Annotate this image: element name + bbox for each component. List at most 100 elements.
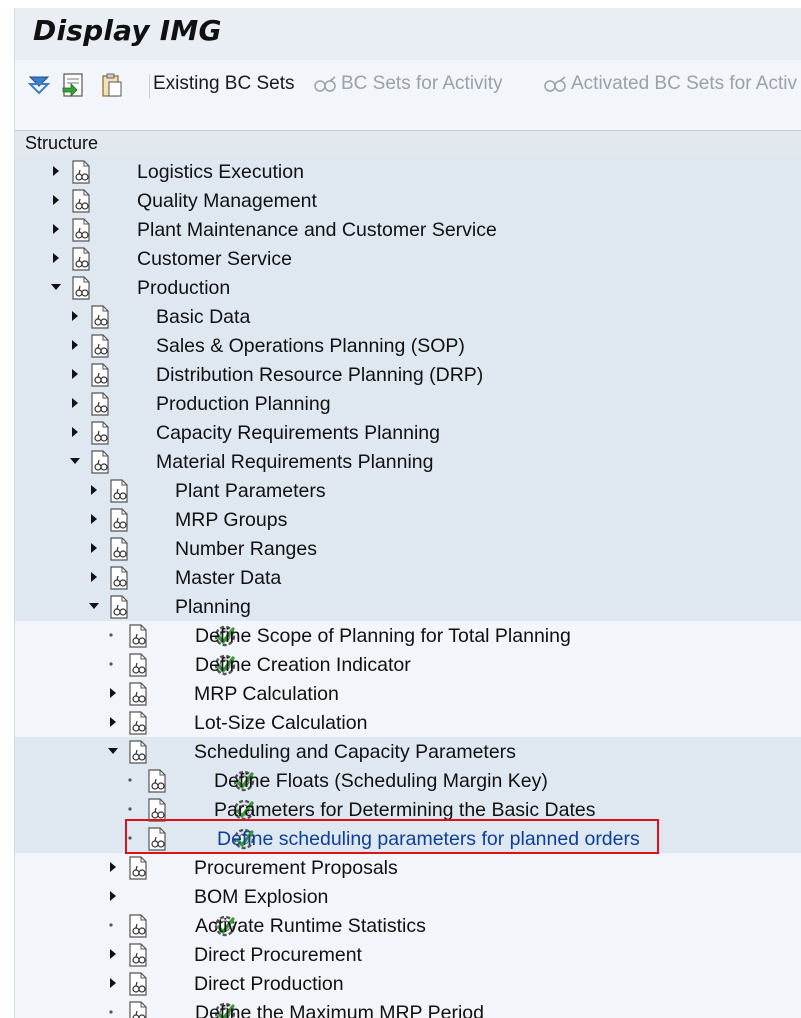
expand-icon[interactable] (27, 72, 51, 98)
documentation-icon[interactable] (89, 334, 111, 358)
tree-node-label[interactable]: Plant Parameters (175, 480, 326, 503)
tree-node[interactable]: Basic Data (15, 302, 801, 331)
expand-node-icon[interactable] (89, 484, 99, 496)
documentation-icon[interactable] (89, 450, 111, 474)
expand-node-icon[interactable] (70, 397, 80, 409)
expand-node-icon[interactable] (51, 223, 61, 235)
documentation-icon[interactable] (127, 943, 149, 967)
activated-bc-sets-button[interactable]: Activated BC Sets for Activ (543, 73, 797, 95)
tree-node[interactable]: MRP Calculation (15, 679, 801, 708)
tree-node[interactable]: Capacity Requirements Planning (15, 418, 801, 447)
documentation-icon[interactable] (89, 421, 111, 445)
expand-node-icon[interactable] (89, 542, 99, 554)
expand-node-icon[interactable] (108, 861, 118, 873)
expand-node-icon[interactable] (108, 890, 118, 902)
documentation-icon[interactable] (127, 856, 149, 880)
tree-node-label[interactable]: Logistics Execution (137, 161, 304, 184)
tree-node-label[interactable]: Production (137, 277, 230, 300)
tree-node[interactable]: Lot-Size Calculation (15, 708, 801, 737)
tree-node-label[interactable]: Planning (175, 596, 251, 619)
tree-node[interactable]: Direct Production (15, 969, 801, 998)
tree-node-label[interactable]: Procurement Proposals (194, 857, 398, 880)
tree-node-label[interactable]: Define Floats (Scheduling Margin Key) (214, 770, 548, 793)
collapse-node-icon[interactable] (51, 281, 61, 293)
documentation-icon[interactable] (127, 624, 149, 648)
collapse-node-icon[interactable] (70, 455, 80, 467)
tree-node[interactable]: MRP Groups (15, 505, 801, 534)
tree-node[interactable]: Production Planning (15, 389, 801, 418)
tree-node[interactable]: Plant Maintenance and Customer Service (15, 215, 801, 244)
tree-node-label[interactable]: Capacity Requirements Planning (156, 422, 440, 445)
expand-node-icon[interactable] (108, 977, 118, 989)
documentation-icon[interactable] (127, 1001, 149, 1018)
documentation-icon[interactable] (127, 653, 149, 677)
tree-node[interactable]: Define Floats (Scheduling Margin Key) (15, 766, 801, 795)
tree-node-label[interactable]: Define Scope of Planning for Total Plann… (195, 625, 571, 648)
expand-node-icon[interactable] (108, 687, 118, 699)
tree-node-label[interactable]: Master Data (175, 567, 281, 590)
tree-node[interactable]: BOM Explosion (15, 882, 801, 911)
clipboard-icon[interactable] (99, 72, 123, 98)
tree-node-label[interactable]: Define Creation Indicator (195, 654, 411, 677)
documentation-icon[interactable] (89, 363, 111, 387)
tree-node-label[interactable]: Customer Service (137, 248, 292, 271)
documentation-icon[interactable] (108, 595, 130, 619)
tree-node-label[interactable]: MRP Groups (175, 509, 287, 532)
tree-node-label[interactable]: Direct Procurement (194, 944, 362, 967)
documentation-icon[interactable] (70, 160, 92, 184)
tree-node-label[interactable]: BOM Explosion (194, 886, 328, 909)
tree-node[interactable]: Quality Management (15, 186, 801, 215)
expand-node-icon[interactable] (51, 252, 61, 264)
documentation-icon[interactable] (127, 711, 149, 735)
collapse-node-icon[interactable] (108, 745, 118, 757)
documentation-icon[interactable] (108, 537, 130, 561)
expand-node-icon[interactable] (89, 513, 99, 525)
documentation-icon[interactable] (89, 392, 111, 416)
tree-node-label[interactable]: Quality Management (137, 190, 317, 213)
expand-node-icon[interactable] (108, 716, 118, 728)
expand-node-icon[interactable] (70, 368, 80, 380)
tree-node[interactable]: Distribution Resource Planning (DRP) (15, 360, 801, 389)
tree-node-label[interactable]: Scheduling and Capacity Parameters (194, 741, 516, 764)
tree-node-label[interactable]: Sales & Operations Planning (SOP) (156, 335, 465, 358)
expand-node-icon[interactable] (70, 310, 80, 322)
tree-node[interactable]: Master Data (15, 563, 801, 592)
tree-node[interactable]: Material Requirements Planning (15, 447, 801, 476)
tree-node-label[interactable]: Plant Maintenance and Customer Service (137, 219, 497, 242)
tree-node-label[interactable]: MRP Calculation (194, 683, 339, 706)
tree-node-label[interactable]: Lot-Size Calculation (194, 712, 367, 735)
expand-node-icon[interactable] (51, 194, 61, 206)
bc-sets-for-activity-button[interactable]: BC Sets for Activity (313, 73, 503, 95)
tree-node[interactable]: Logistics Execution (15, 157, 801, 186)
documentation-icon[interactable] (70, 247, 92, 271)
tree-node[interactable]: Define Creation Indicator (15, 650, 801, 679)
tree-node-label[interactable]: Activate Runtime Statistics (195, 915, 426, 938)
tree-node-label[interactable]: Basic Data (156, 306, 250, 329)
documentation-icon[interactable] (146, 769, 168, 793)
documentation-icon[interactable] (108, 479, 130, 503)
tree-node-label[interactable]: Define the Maximum MRP Period (195, 1002, 484, 1018)
documentation-icon[interactable] (127, 972, 149, 996)
tree-node-label[interactable]: Direct Production (194, 973, 344, 996)
tree-node[interactable]: Customer Service (15, 244, 801, 273)
documentation-icon[interactable] (70, 218, 92, 242)
expand-node-icon[interactable] (51, 165, 61, 177)
tree-node[interactable]: Define Scope of Planning for Total Plann… (15, 621, 801, 650)
tree-node[interactable]: Define the Maximum MRP Period (15, 998, 801, 1018)
tree-node[interactable]: Number Ranges (15, 534, 801, 563)
documentation-icon[interactable] (127, 682, 149, 706)
tree-node-label[interactable]: Production Planning (156, 393, 331, 416)
tree-node[interactable]: Plant Parameters (15, 476, 801, 505)
documentation-icon[interactable] (108, 508, 130, 532)
expand-node-icon[interactable] (108, 948, 118, 960)
tree-node[interactable]: Production (15, 273, 801, 302)
tree-node[interactable]: Sales & Operations Planning (SOP) (15, 331, 801, 360)
tree-node[interactable]: Procurement Proposals (15, 853, 801, 882)
tree-node-label[interactable]: Distribution Resource Planning (DRP) (156, 364, 483, 387)
expand-node-icon[interactable] (89, 571, 99, 583)
documentation-icon[interactable] (89, 305, 111, 329)
tree-node-label[interactable]: Material Requirements Planning (156, 451, 433, 474)
documentation-icon[interactable] (70, 189, 92, 213)
documentation-icon[interactable] (127, 740, 149, 764)
tree-node[interactable]: Activate Runtime Statistics (15, 911, 801, 940)
